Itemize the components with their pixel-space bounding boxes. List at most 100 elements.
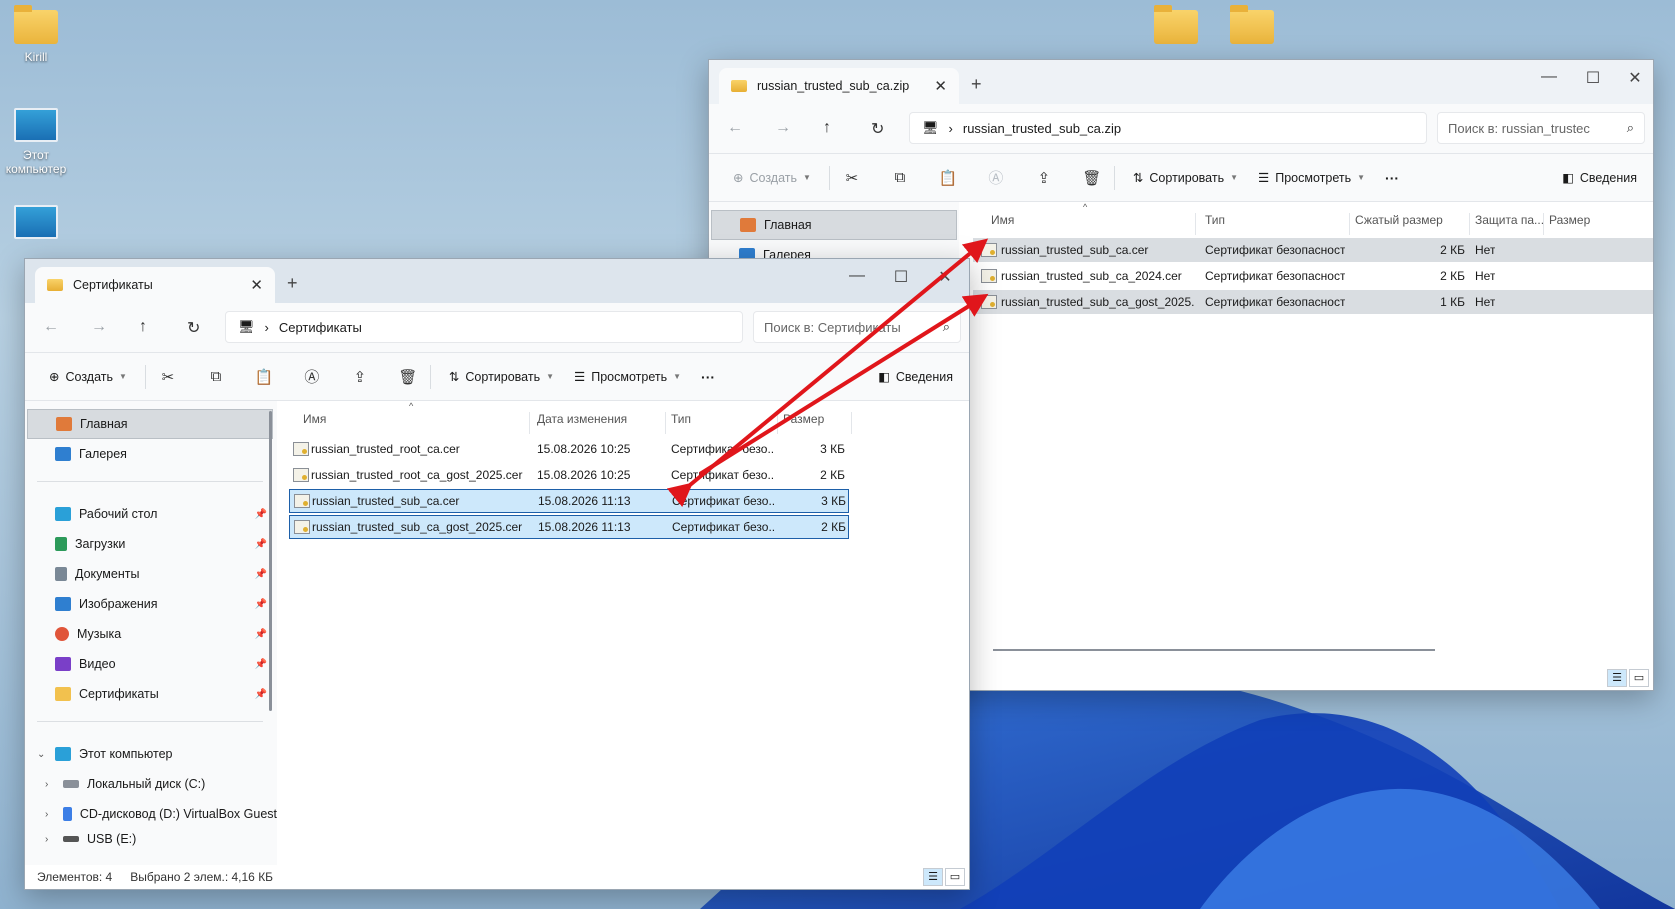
tab-certs[interactable]: Сертификаты ✕ xyxy=(35,267,275,303)
nav-item-home[interactable]: Главная xyxy=(711,210,957,240)
forward-button[interactable]: → xyxy=(91,318,107,336)
desktop-icon-network[interactable] xyxy=(0,205,72,245)
copy-icon[interactable]: ⧉ xyxy=(202,368,230,385)
maximize-button[interactable]: ☐ xyxy=(881,267,921,287)
tiles-view-toggle[interactable]: ▭ xyxy=(945,868,965,886)
share-icon[interactable]: ⇪ xyxy=(1030,169,1058,187)
copy-icon[interactable]: ⧉ xyxy=(886,169,914,186)
address-field[interactable]: 🖥 › Сертификаты xyxy=(225,311,743,343)
search-icon: ⌕ xyxy=(942,319,950,334)
cut-icon[interactable]: ✂ xyxy=(154,368,182,386)
file-row[interactable]: russian_trusted_root_ca_gost_2025.cer 15… xyxy=(289,463,849,487)
close-window-button[interactable]: ✕ xyxy=(1615,68,1653,88)
desktop-icon-zip-folder-1[interactable] xyxy=(1140,5,1212,50)
nav-item-pictures[interactable]: Изображения 📌 xyxy=(27,589,273,619)
column-divider[interactable] xyxy=(1543,213,1544,235)
col-name[interactable]: Имя xyxy=(303,412,326,426)
new-tab-button[interactable]: + xyxy=(287,273,298,294)
view-button[interactable]: ☰ Просмотреть ▼ xyxy=(1248,162,1375,194)
nav-item-home[interactable]: Главная xyxy=(27,409,273,439)
maximize-button[interactable]: ☐ xyxy=(1573,68,1613,88)
col-protection[interactable]: Защита па... xyxy=(1475,213,1544,227)
column-divider[interactable] xyxy=(1469,213,1470,235)
nav-item-certs[interactable]: Сертификаты 📌 xyxy=(27,679,273,709)
desktop-icon-kirill[interactable]: Kirill xyxy=(0,5,72,64)
details-button[interactable]: ◧ Сведения xyxy=(1552,162,1647,194)
nav-item-usb[interactable]: › USB (E:) xyxy=(27,829,273,849)
tab-zip[interactable]: russian_trusted_sub_ca.zip ✕ xyxy=(719,68,959,104)
col-modified[interactable]: Дата изменения xyxy=(537,412,627,426)
cut-icon[interactable]: ✂ xyxy=(838,169,866,187)
col-size[interactable]: Размер xyxy=(783,412,824,426)
search-input[interactable]: Поиск в: russian_trustec ⌕ xyxy=(1437,112,1645,144)
column-divider[interactable] xyxy=(529,412,530,434)
chevron-right-icon[interactable]: › xyxy=(45,779,48,790)
column-divider[interactable] xyxy=(777,412,778,434)
nav-item-this-pc[interactable]: ⌄ Этот компьютер xyxy=(27,739,273,769)
column-divider[interactable] xyxy=(665,412,666,434)
chevron-right-icon[interactable]: › xyxy=(45,809,48,820)
desktop-icon-this-pc[interactable]: Этот компьютер xyxy=(0,108,72,176)
nav-item-downloads[interactable]: Загрузки 📌 xyxy=(27,529,273,559)
chevron-down-icon[interactable]: ⌄ xyxy=(37,749,45,760)
nav-item-video[interactable]: Видео 📌 xyxy=(27,649,273,679)
delete-icon[interactable]: 🗑 xyxy=(394,368,422,386)
forward-button[interactable]: → xyxy=(775,119,791,137)
desktop-icon-zip-folder-2[interactable] xyxy=(1216,5,1288,50)
rename-icon[interactable]: Ⓐ xyxy=(298,366,326,387)
file-row[interactable]: russian_trusted_root_ca.cer 15.08.2026 1… xyxy=(289,437,849,461)
file-row[interactable]: russian_trusted_sub_ca_gost_2025.... Сер… xyxy=(973,290,1653,314)
minimize-button[interactable]: — xyxy=(837,267,877,285)
sort-button[interactable]: ⇅ Сортировать ▼ xyxy=(1123,162,1248,194)
details-view-toggle[interactable]: ☰ xyxy=(923,868,943,886)
rename-icon[interactable]: Ⓐ xyxy=(982,167,1010,188)
refresh-button[interactable]: ↻ xyxy=(187,318,200,338)
file-row[interactable]: russian_trusted_sub_ca_gost_2025.cer 15.… xyxy=(289,515,849,539)
address-field[interactable]: 🖥 › russian_trusted_sub_ca.zip xyxy=(909,112,1427,144)
search-input[interactable]: Поиск в: Сертификаты ⌕ xyxy=(753,311,961,343)
details-button[interactable]: ◧ Сведения xyxy=(868,361,963,393)
back-button[interactable]: ← xyxy=(43,318,59,336)
delete-icon[interactable]: 🗑 xyxy=(1078,169,1106,187)
close-window-button[interactable]: ✕ xyxy=(925,267,965,287)
chevron-right-icon[interactable]: › xyxy=(45,834,48,845)
details-view-toggle[interactable]: ☰ xyxy=(1607,669,1627,687)
create-button[interactable]: ⊕ Создать ▼ xyxy=(723,162,821,194)
nav-item-documents[interactable]: Документы 📌 xyxy=(27,559,273,589)
more-options-button[interactable]: ··· xyxy=(1375,162,1409,194)
column-divider[interactable] xyxy=(1349,213,1350,235)
file-row[interactable]: russian_trusted_sub_ca_2024.cer Сертифик… xyxy=(973,264,1653,288)
back-button[interactable]: ← xyxy=(727,119,743,137)
nav-item-gallery[interactable]: Галерея xyxy=(27,439,273,469)
more-options-button[interactable]: ··· xyxy=(691,361,725,393)
sort-button[interactable]: ⇅ Сортировать ▼ xyxy=(439,361,564,393)
nav-scrollbar[interactable] xyxy=(269,411,272,711)
share-icon[interactable]: ⇪ xyxy=(346,368,374,386)
up-button[interactable]: ↑ xyxy=(139,318,147,336)
nav-item-disk-c[interactable]: › Локальный диск (C:) xyxy=(27,769,273,799)
minimize-button[interactable]: — xyxy=(1529,68,1569,86)
close-tab-icon[interactable]: ✕ xyxy=(934,77,947,95)
paste-icon[interactable]: 📋 xyxy=(934,169,962,187)
view-button[interactable]: ☰ Просмотреть ▼ xyxy=(564,361,691,393)
new-tab-button[interactable]: + xyxy=(971,74,982,95)
col-type[interactable]: Тип xyxy=(1205,213,1225,227)
up-button[interactable]: ↑ xyxy=(823,119,831,137)
column-divider[interactable] xyxy=(1195,213,1196,235)
col-type[interactable]: Тип xyxy=(671,412,691,426)
col-size[interactable]: Размер xyxy=(1549,213,1590,227)
paste-icon[interactable]: 📋 xyxy=(250,368,278,386)
column-divider[interactable] xyxy=(851,412,852,434)
file-row[interactable]: russian_trusted_sub_ca.cer 15.08.2026 11… xyxy=(289,489,849,513)
col-compressed[interactable]: Сжатый размер xyxy=(1355,213,1443,227)
close-tab-icon[interactable]: ✕ xyxy=(250,276,263,294)
tiles-view-toggle[interactable]: ▭ xyxy=(1629,669,1649,687)
file-row[interactable]: russian_trusted_sub_ca.cer Сертификат бе… xyxy=(973,238,1653,262)
create-button[interactable]: ⊕ Создать ▼ xyxy=(39,361,137,393)
nav-item-music[interactable]: Музыка 📌 xyxy=(27,619,273,649)
col-name[interactable]: Имя xyxy=(991,213,1014,227)
horizontal-scrollbar[interactable] xyxy=(993,649,1435,651)
nav-item-desktop[interactable]: Рабочий стол 📌 xyxy=(27,499,273,529)
nav-item-disk-d[interactable]: › CD-дисковод (D:) VirtualBox Guest xyxy=(27,799,277,829)
refresh-button[interactable]: ↻ xyxy=(871,119,884,139)
